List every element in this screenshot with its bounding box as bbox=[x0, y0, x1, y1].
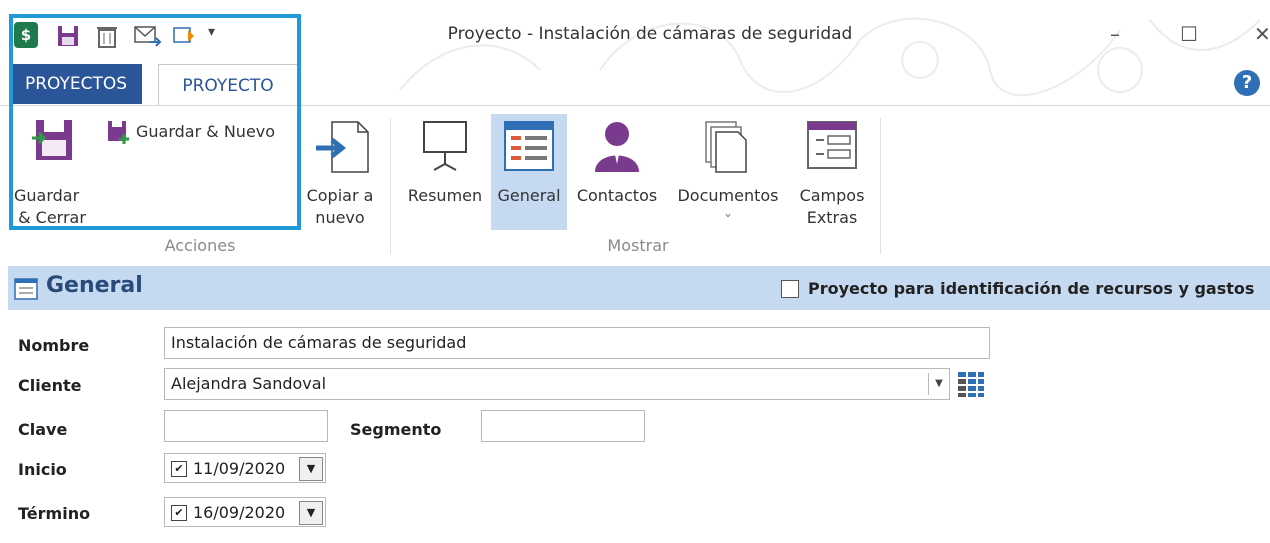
minimize-button[interactable]: – bbox=[1110, 22, 1120, 46]
decorative-swirl-background bbox=[399, 17, 1261, 97]
general-form-icon bbox=[504, 121, 554, 171]
ribbon-separator bbox=[390, 118, 391, 254]
contactos-button[interactable]: Contactos bbox=[568, 116, 666, 232]
termino-checkbox[interactable]: ✔ bbox=[171, 505, 187, 521]
resumen-button[interactable]: Resumen bbox=[402, 116, 488, 232]
extra-fields-icon bbox=[807, 121, 857, 169]
campos-label-1: Campos bbox=[799, 186, 865, 205]
campos-extras-button[interactable]: Campos Extras bbox=[792, 116, 872, 232]
inicio-label: Inicio bbox=[18, 460, 67, 479]
highlight-annotation-box bbox=[9, 14, 301, 230]
segmento-label: Segmento bbox=[350, 420, 442, 439]
inicio-checkbox[interactable]: ✔ bbox=[171, 461, 187, 477]
segmento-input[interactable] bbox=[481, 410, 645, 442]
copy-to-new-icon bbox=[316, 121, 369, 173]
general-section-title: General bbox=[46, 273, 143, 298]
clave-input[interactable] bbox=[164, 410, 328, 442]
campos-label-2: Extras bbox=[806, 208, 858, 227]
general-label: General bbox=[497, 186, 561, 205]
nombre-input[interactable]: Instalación de cámaras de seguridad bbox=[164, 327, 990, 359]
recursos-gastos-label: Proyecto para identificación de recursos… bbox=[808, 279, 1255, 298]
close-button[interactable]: ✕ bbox=[1254, 22, 1270, 46]
copiar-label-2: nuevo bbox=[315, 208, 365, 227]
cliente-input[interactable]: Alejandra Sandoval bbox=[164, 368, 950, 400]
termino-date-value: 16/09/2020 bbox=[193, 503, 286, 522]
clave-label: Clave bbox=[18, 420, 68, 439]
ribbon-separator bbox=[880, 118, 881, 254]
acciones-group-label: Acciones bbox=[164, 236, 236, 255]
documentos-button[interactable]: Documentos ˇ bbox=[668, 116, 788, 232]
cliente-dropdown-icon[interactable]: ▼ bbox=[928, 373, 949, 395]
general-button[interactable]: General bbox=[491, 114, 567, 230]
cliente-lookup-icon[interactable] bbox=[956, 370, 986, 398]
presentation-board-icon bbox=[423, 121, 467, 171]
resumen-label: Resumen bbox=[407, 186, 483, 205]
inicio-date-picker[interactable]: ✔ 11/09/2020 ▼ bbox=[164, 453, 326, 483]
nombre-label: Nombre bbox=[18, 336, 90, 355]
documentos-dropdown-icon[interactable]: ˇ bbox=[668, 212, 788, 232]
documents-icon bbox=[705, 121, 747, 173]
cliente-label: Cliente bbox=[18, 376, 82, 395]
termino-label: Término bbox=[18, 504, 91, 523]
documentos-label: Documentos bbox=[677, 186, 779, 205]
copiar-label-1: Copiar a bbox=[306, 186, 374, 205]
copiar-nuevo-button[interactable]: Copiar a nuevo bbox=[302, 116, 384, 232]
recursos-gastos-checkbox[interactable] bbox=[781, 280, 799, 298]
inicio-date-value: 11/09/2020 bbox=[193, 459, 286, 478]
maximize-button[interactable]: ☐ bbox=[1180, 22, 1198, 46]
mostrar-group-label: Mostrar bbox=[607, 236, 669, 255]
termino-date-picker[interactable]: ✔ 16/09/2020 ▼ bbox=[164, 497, 326, 527]
help-icon[interactable]: ? bbox=[1234, 70, 1260, 96]
termino-dropdown-icon[interactable]: ▼ bbox=[299, 501, 323, 525]
inicio-dropdown-icon[interactable]: ▼ bbox=[299, 457, 323, 481]
general-section-icon bbox=[14, 278, 38, 300]
window-title: Proyecto - Instalación de cámaras de seg… bbox=[447, 24, 853, 44]
contact-person-icon bbox=[595, 122, 639, 172]
contactos-label: Contactos bbox=[576, 186, 658, 205]
